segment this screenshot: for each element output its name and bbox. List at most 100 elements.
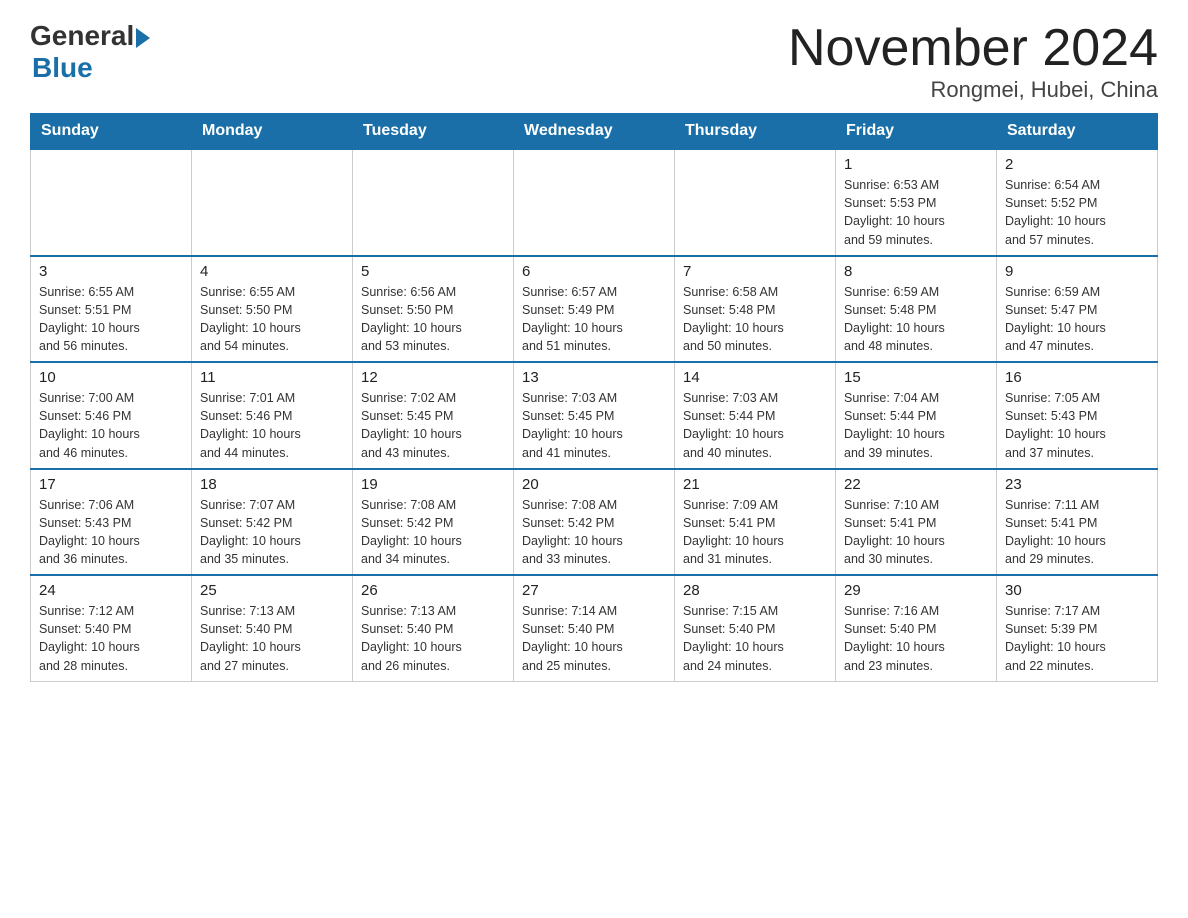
day-number: 4 bbox=[200, 263, 344, 280]
day-info: Sunrise: 7:05 AM Sunset: 5:43 PM Dayligh… bbox=[1005, 389, 1149, 462]
calendar-cell: 19 Sunrise: 7:08 AM Sunset: 5:42 PM Dayli… bbox=[353, 469, 514, 576]
calendar-cell: 4Sunrise: 6:55 AM Sunset: 5:50 PM Daylig… bbox=[192, 256, 353, 363]
calendar-week-row-5: 24 Sunrise: 7:12 AM Sunset: 5:40 PM Dayli… bbox=[31, 575, 1158, 681]
day-number: 13 bbox=[522, 369, 666, 386]
calendar-cell bbox=[192, 149, 353, 256]
day-number: 24 bbox=[39, 582, 183, 599]
calendar-header-friday: Friday bbox=[836, 114, 997, 150]
calendar-cell: 18Sunrise: 7:07 AM Sunset: 5:42 PM Dayli… bbox=[192, 469, 353, 576]
calendar-week-row-4: 17 Sunrise: 7:06 AM Sunset: 5:43 PM Dayli… bbox=[31, 469, 1158, 576]
calendar-cell: 21Sunrise: 7:09 AM Sunset: 5:41 PM Dayli… bbox=[675, 469, 836, 576]
day-number: 1 bbox=[844, 156, 988, 173]
day-info: Sunrise: 6:53 AM Sunset: 5:53 PM Dayligh… bbox=[844, 176, 988, 249]
day-info: Sunrise: 7:00 AM Sunset: 5:46 PM Dayligh… bbox=[39, 389, 183, 462]
day-info: Sunrise: 6:57 AM Sunset: 5:49 PM Dayligh… bbox=[522, 283, 666, 356]
calendar-cell: 3 Sunrise: 6:55 AM Sunset: 5:51 PM Daylig… bbox=[31, 256, 192, 363]
day-number: 5 bbox=[361, 263, 505, 280]
calendar-cell: 24 Sunrise: 7:12 AM Sunset: 5:40 PM Dayli… bbox=[31, 575, 192, 681]
calendar-header-wednesday: Wednesday bbox=[514, 114, 675, 150]
calendar-cell bbox=[675, 149, 836, 256]
day-info: Sunrise: 7:12 AM Sunset: 5:40 PM Dayligh… bbox=[39, 602, 183, 675]
day-info: Sunrise: 6:59 AM Sunset: 5:48 PM Dayligh… bbox=[844, 283, 988, 356]
calendar-cell: 14 Sunrise: 7:03 AM Sunset: 5:44 PM Dayli… bbox=[675, 362, 836, 469]
day-number: 2 bbox=[1005, 156, 1149, 173]
day-info: Sunrise: 7:06 AM Sunset: 5:43 PM Dayligh… bbox=[39, 496, 183, 569]
day-info: Sunrise: 7:02 AM Sunset: 5:45 PM Dayligh… bbox=[361, 389, 505, 462]
calendar-cell: 10 Sunrise: 7:00 AM Sunset: 5:46 PM Dayli… bbox=[31, 362, 192, 469]
day-info: Sunrise: 6:55 AM Sunset: 5:51 PM Dayligh… bbox=[39, 283, 183, 356]
calendar-cell: 16 Sunrise: 7:05 AM Sunset: 5:43 PM Dayli… bbox=[997, 362, 1158, 469]
calendar-cell: 27 Sunrise: 7:14 AM Sunset: 5:40 PM Dayli… bbox=[514, 575, 675, 681]
calendar-cell: 12 Sunrise: 7:02 AM Sunset: 5:45 PM Dayli… bbox=[353, 362, 514, 469]
calendar-cell: 13 Sunrise: 7:03 AM Sunset: 5:45 PM Dayli… bbox=[514, 362, 675, 469]
day-number: 29 bbox=[844, 582, 988, 599]
calendar-table: SundayMondayTuesdayWednesdayThursdayFrid… bbox=[30, 113, 1158, 682]
calendar-cell: 26 Sunrise: 7:13 AM Sunset: 5:40 PM Dayli… bbox=[353, 575, 514, 681]
calendar-header-monday: Monday bbox=[192, 114, 353, 150]
calendar-cell bbox=[31, 149, 192, 256]
day-number: 23 bbox=[1005, 476, 1149, 493]
day-number: 16 bbox=[1005, 369, 1149, 386]
calendar-cell: 1 Sunrise: 6:53 AM Sunset: 5:53 PM Daylig… bbox=[836, 149, 997, 256]
calendar-header-sunday: Sunday bbox=[31, 114, 192, 150]
day-number: 22 bbox=[844, 476, 988, 493]
calendar-cell bbox=[353, 149, 514, 256]
day-number: 25 bbox=[200, 582, 344, 599]
day-number: 11 bbox=[200, 369, 344, 386]
day-info: Sunrise: 6:56 AM Sunset: 5:50 PM Dayligh… bbox=[361, 283, 505, 356]
day-number: 26 bbox=[361, 582, 505, 599]
day-number: 30 bbox=[1005, 582, 1149, 599]
day-info: Sunrise: 7:13 AM Sunset: 5:40 PM Dayligh… bbox=[200, 602, 344, 675]
logo-general-text: General bbox=[30, 20, 134, 52]
calendar-cell: 20 Sunrise: 7:08 AM Sunset: 5:42 PM Dayli… bbox=[514, 469, 675, 576]
calendar-cell: 2 Sunrise: 6:54 AM Sunset: 5:52 PM Daylig… bbox=[997, 149, 1158, 256]
calendar-cell: 29Sunrise: 7:16 AM Sunset: 5:40 PM Dayli… bbox=[836, 575, 997, 681]
calendar-cell: 11 Sunrise: 7:01 AM Sunset: 5:46 PM Dayli… bbox=[192, 362, 353, 469]
calendar-week-row-3: 10 Sunrise: 7:00 AM Sunset: 5:46 PM Dayli… bbox=[31, 362, 1158, 469]
day-info: Sunrise: 7:08 AM Sunset: 5:42 PM Dayligh… bbox=[522, 496, 666, 569]
day-number: 17 bbox=[39, 476, 183, 493]
day-info: Sunrise: 7:07 AM Sunset: 5:42 PM Dayligh… bbox=[200, 496, 344, 569]
month-title: November 2024 bbox=[788, 20, 1158, 77]
day-info: Sunrise: 7:13 AM Sunset: 5:40 PM Dayligh… bbox=[361, 602, 505, 675]
logo: General Blue bbox=[30, 20, 150, 84]
day-info: Sunrise: 7:01 AM Sunset: 5:46 PM Dayligh… bbox=[200, 389, 344, 462]
calendar-cell: 9Sunrise: 6:59 AM Sunset: 5:47 PM Daylig… bbox=[997, 256, 1158, 363]
calendar-header-saturday: Saturday bbox=[997, 114, 1158, 150]
day-info: Sunrise: 6:59 AM Sunset: 5:47 PM Dayligh… bbox=[1005, 283, 1149, 356]
day-number: 8 bbox=[844, 263, 988, 280]
calendar-header-thursday: Thursday bbox=[675, 114, 836, 150]
page-header: General Blue November 2024 Rongmei, Hube… bbox=[30, 20, 1158, 103]
calendar-cell: 8 Sunrise: 6:59 AM Sunset: 5:48 PM Daylig… bbox=[836, 256, 997, 363]
calendar-cell: 17 Sunrise: 7:06 AM Sunset: 5:43 PM Dayli… bbox=[31, 469, 192, 576]
day-number: 20 bbox=[522, 476, 666, 493]
location: Rongmei, Hubei, China bbox=[788, 77, 1158, 103]
day-number: 10 bbox=[39, 369, 183, 386]
logo-blue-text: Blue bbox=[32, 52, 93, 84]
calendar-cell: 7Sunrise: 6:58 AM Sunset: 5:48 PM Daylig… bbox=[675, 256, 836, 363]
day-info: Sunrise: 7:10 AM Sunset: 5:41 PM Dayligh… bbox=[844, 496, 988, 569]
title-block: November 2024 Rongmei, Hubei, China bbox=[788, 20, 1158, 103]
calendar-cell: 25 Sunrise: 7:13 AM Sunset: 5:40 PM Dayli… bbox=[192, 575, 353, 681]
day-number: 28 bbox=[683, 582, 827, 599]
day-number: 3 bbox=[39, 263, 183, 280]
calendar-cell: 6 Sunrise: 6:57 AM Sunset: 5:49 PM Daylig… bbox=[514, 256, 675, 363]
calendar-cell: 5 Sunrise: 6:56 AM Sunset: 5:50 PM Daylig… bbox=[353, 256, 514, 363]
logo-arrow-icon bbox=[136, 28, 150, 48]
calendar-cell: 23Sunrise: 7:11 AM Sunset: 5:41 PM Dayli… bbox=[997, 469, 1158, 576]
day-number: 27 bbox=[522, 582, 666, 599]
day-info: Sunrise: 7:17 AM Sunset: 5:39 PM Dayligh… bbox=[1005, 602, 1149, 675]
day-number: 19 bbox=[361, 476, 505, 493]
day-info: Sunrise: 7:04 AM Sunset: 5:44 PM Dayligh… bbox=[844, 389, 988, 462]
day-number: 12 bbox=[361, 369, 505, 386]
day-number: 21 bbox=[683, 476, 827, 493]
day-info: Sunrise: 7:03 AM Sunset: 5:45 PM Dayligh… bbox=[522, 389, 666, 462]
day-info: Sunrise: 7:14 AM Sunset: 5:40 PM Dayligh… bbox=[522, 602, 666, 675]
day-number: 15 bbox=[844, 369, 988, 386]
calendar-header-row: SundayMondayTuesdayWednesdayThursdayFrid… bbox=[31, 114, 1158, 150]
day-number: 6 bbox=[522, 263, 666, 280]
day-info: Sunrise: 7:08 AM Sunset: 5:42 PM Dayligh… bbox=[361, 496, 505, 569]
day-number: 14 bbox=[683, 369, 827, 386]
day-info: Sunrise: 6:54 AM Sunset: 5:52 PM Dayligh… bbox=[1005, 176, 1149, 249]
day-info: Sunrise: 7:03 AM Sunset: 5:44 PM Dayligh… bbox=[683, 389, 827, 462]
